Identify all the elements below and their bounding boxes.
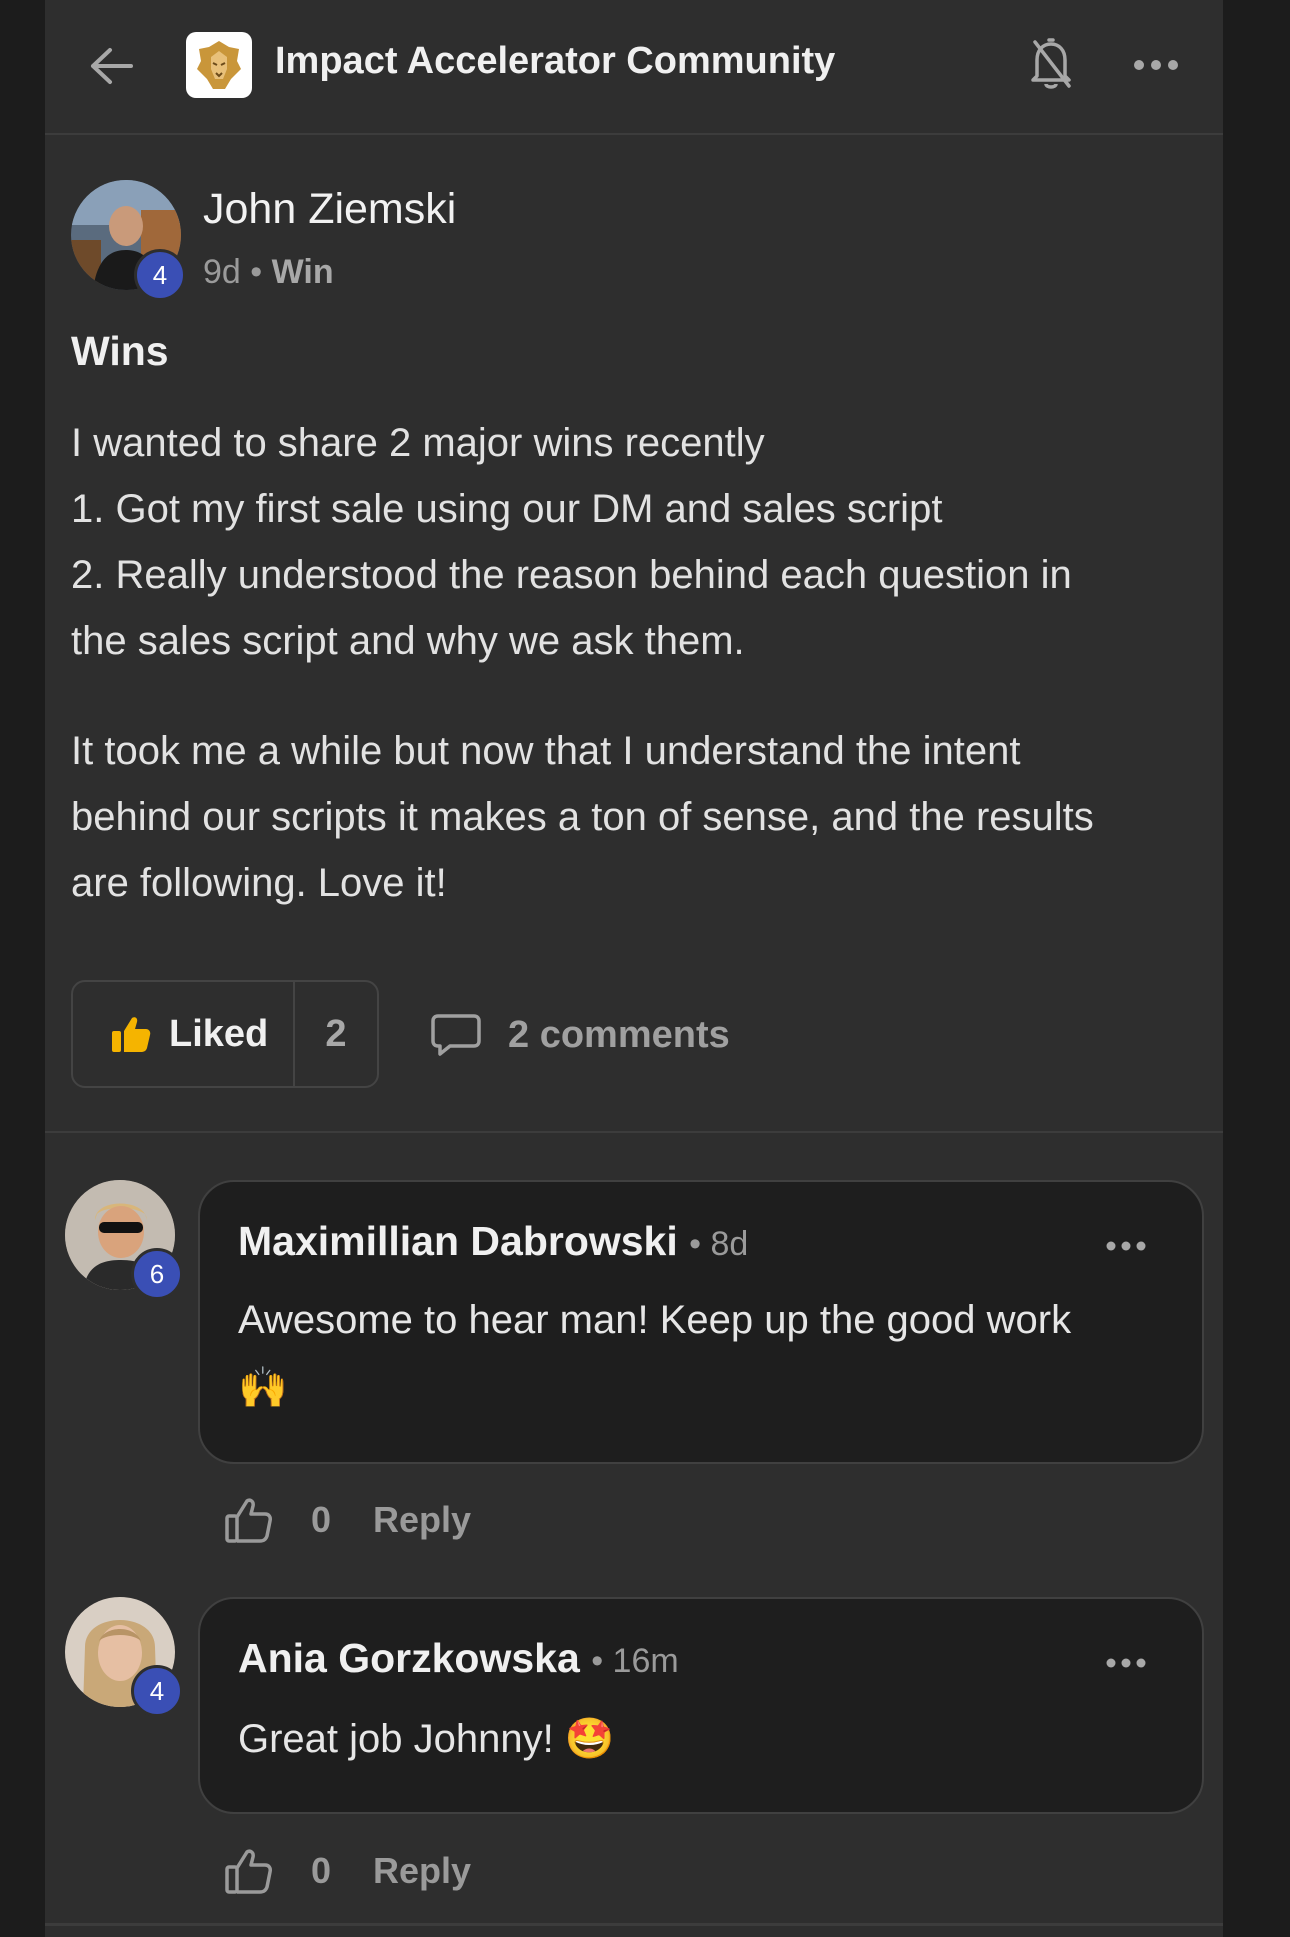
- post-body-line: the sales script and why we ask them.: [71, 619, 745, 663]
- comment-text: Awesome to hear man! Keep up the good wo…: [238, 1286, 1168, 1422]
- like-button-group: Liked 2: [71, 980, 379, 1088]
- comment-author-name[interactable]: Ania Gorzkowska • 16m: [238, 1635, 679, 1682]
- post-body-line: 2. Really understood the reason behind e…: [71, 553, 1072, 597]
- comment-time: • 8d: [689, 1225, 749, 1263]
- comments-button[interactable]: 2 comments: [430, 1005, 730, 1065]
- top-bar: Impact Accelerator Community: [45, 0, 1223, 135]
- comment-actions: 0 Reply: [225, 1841, 471, 1901]
- comment-like-count: 0: [311, 1850, 332, 1891]
- post-meta: 9d • Win: [203, 253, 334, 292]
- comment-author-name[interactable]: Maximillian Dabrowski • 8d: [238, 1218, 748, 1265]
- post-body-line: behind our scripts it makes a ton of sen…: [71, 795, 1094, 839]
- thumbs-up-filled-icon: [112, 1017, 151, 1052]
- comments-count-label: 2 comments: [508, 1013, 730, 1056]
- comment-like-count: 0: [311, 1499, 332, 1540]
- section-divider: [45, 1131, 1223, 1133]
- reply-button[interactable]: Reply: [373, 1850, 471, 1892]
- comment-bubble: Ania Gorzkowska • 16m Great job Johnny! …: [198, 1597, 1204, 1814]
- comment-bubble: Maximillian Dabrowski • 8d Awesome to he…: [198, 1180, 1204, 1464]
- comment-author-avatar[interactable]: 4: [65, 1597, 183, 1717]
- level-badge: 4: [134, 249, 186, 301]
- comment-text-line: 🙌: [238, 1366, 288, 1410]
- thumbs-up-outline-icon[interactable]: [225, 1848, 273, 1894]
- post-body-line: 1. Got my first sale using our DM and sa…: [71, 487, 943, 531]
- level-badge: 6: [131, 1248, 183, 1300]
- post-author-name[interactable]: John Ziemski: [203, 185, 456, 234]
- post-body: I wanted to share 2 major wins recently …: [71, 410, 1201, 916]
- like-count[interactable]: 2: [295, 982, 377, 1086]
- more-options-icon[interactable]: [1128, 40, 1184, 90]
- comment-more-icon[interactable]: [1098, 1643, 1154, 1683]
- comment-actions: 0 Reply: [225, 1490, 471, 1550]
- comment-bubble-icon: [431, 1014, 481, 1056]
- post-category[interactable]: Win: [272, 253, 334, 291]
- community-title[interactable]: Impact Accelerator Community: [275, 40, 835, 83]
- liked-label: Liked: [169, 1012, 269, 1055]
- lion-icon: [197, 41, 241, 89]
- post-author-avatar[interactable]: 4: [71, 180, 186, 301]
- comment-author[interactable]: Maximillian Dabrowski: [238, 1218, 678, 1264]
- section-divider: [45, 1923, 1223, 1926]
- reply-button[interactable]: Reply: [373, 1499, 471, 1541]
- bell-off-icon[interactable]: [1023, 34, 1079, 94]
- meta-separator: •: [250, 253, 263, 291]
- comment-time: • 16m: [591, 1642, 679, 1680]
- level-badge: 4: [131, 1665, 183, 1717]
- post-body-line: I wanted to share 2 major wins recently: [71, 421, 765, 465]
- community-logo[interactable]: [186, 32, 252, 98]
- liked-button[interactable]: Liked: [73, 982, 295, 1086]
- post-title: Wins: [71, 328, 169, 374]
- post-body-line: are following. Love it!: [71, 861, 447, 905]
- post-age: 9d: [203, 253, 241, 291]
- back-arrow-icon[interactable]: [83, 38, 139, 94]
- post-body-line: It took me a while but now that I unders…: [71, 729, 1021, 773]
- thumbs-up-outline-icon[interactable]: [225, 1497, 273, 1543]
- comment-text: Great job Johnny! 🤩: [238, 1717, 615, 1761]
- comment-author[interactable]: Ania Gorzkowska: [238, 1635, 580, 1681]
- post-page: Impact Accelerator Community 4 John Ziem…: [45, 0, 1223, 1937]
- comment-author-avatar[interactable]: 6: [65, 1180, 183, 1300]
- comment-text-line: Awesome to hear man! Keep up the good wo…: [238, 1298, 1072, 1342]
- comment-more-icon[interactable]: [1098, 1226, 1154, 1266]
